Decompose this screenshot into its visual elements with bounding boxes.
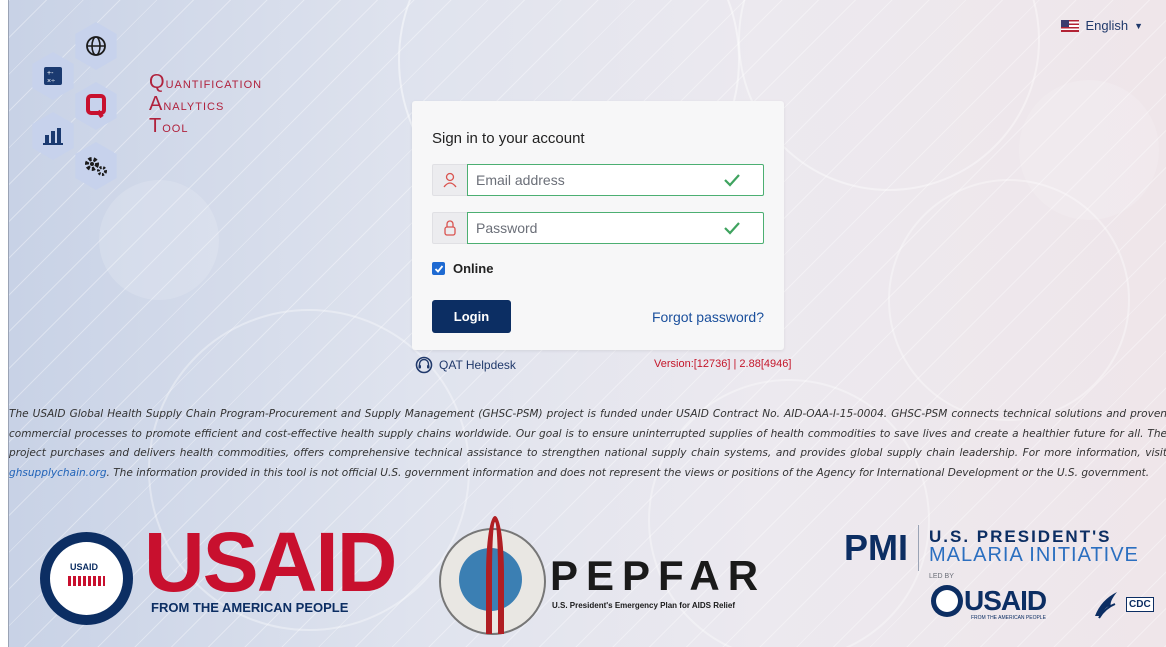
logo-line-1: Quantification — [149, 71, 263, 93]
us-flag-icon — [1061, 19, 1080, 32]
ghsupplychain-link[interactable]: ghsupplychain.org — [9, 467, 107, 479]
valid-check-icon — [724, 222, 740, 235]
disclaimer-part-1: The USAID Global Health Supply Chain Pro… — [9, 408, 1166, 460]
helpdesk-link[interactable]: QAT Helpdesk — [415, 356, 516, 374]
calculator-icon: +- ×÷ — [29, 52, 77, 100]
svg-text:×÷: ×÷ — [47, 78, 55, 85]
usaid-wordmark: USAID — [144, 515, 397, 609]
seal-text: USAID — [70, 562, 99, 572]
hhs-eagle-icon — [1095, 592, 1117, 619]
login-title: Sign in to your account — [432, 130, 585, 147]
usaid-tagline: FROM THE AMERICAN PEOPLE — [151, 600, 349, 615]
checkbox-checked-icon[interactable] — [432, 262, 445, 275]
globe-icon — [72, 22, 120, 70]
led-by-label: LED BY — [929, 573, 954, 580]
usaid-seal-icon: USAID — [40, 532, 133, 625]
password-placeholder: Password — [476, 220, 538, 236]
headset-icon — [415, 356, 433, 374]
small-usaid-wordmark: USAID — [964, 585, 1047, 616]
logo-line-2: Analytics — [149, 93, 225, 115]
email-placeholder: Email address — [476, 172, 565, 188]
q-logo-icon — [72, 82, 120, 130]
lock-icon — [432, 212, 467, 244]
disclaimer-text: The USAID Global Health Supply Chain Pro… — [9, 405, 1166, 484]
password-input[interactable]: Password — [467, 212, 764, 244]
pmi-line-2: MALARIA INITIATIVE — [929, 544, 1139, 566]
small-usaid-seal-icon — [931, 585, 963, 617]
login-card: Sign in to your account Email address Pa… — [412, 101, 784, 350]
app-logo-text: Quantification Analytics Tool — [149, 72, 262, 138]
logo-line-3: Tool — [149, 115, 189, 137]
disclaimer-part-2: . The information provided in this tool … — [106, 467, 1150, 480]
email-input[interactable]: Email address — [467, 164, 764, 196]
pepfar-tagline: U.S. President's Emergency Plan for AIDS… — [552, 601, 735, 610]
login-page: English ▼ +- ×÷ Quantification Analytics … — [8, 0, 1166, 647]
login-button[interactable]: Login — [432, 300, 511, 333]
online-label: Online — [453, 261, 494, 276]
svg-text:+-: +- — [47, 70, 54, 77]
small-usaid-tagline: FROM THE AMERICAN PEOPLE — [971, 615, 1046, 621]
cdc-logo: CDC — [1126, 597, 1154, 612]
caret-down-icon: ▼ — [1134, 20, 1143, 31]
pepfar-seal-icon — [439, 516, 546, 635]
bar-chart-icon — [29, 112, 77, 160]
gears-icon — [72, 142, 120, 190]
language-selector[interactable]: English ▼ — [1061, 18, 1143, 33]
email-field[interactable]: Email address — [432, 164, 764, 196]
forgot-password-link[interactable]: Forgot password? — [652, 309, 764, 325]
pepfar-wordmark: PEPFAR — [550, 552, 767, 599]
password-field[interactable]: Password — [432, 212, 764, 244]
user-icon — [432, 164, 467, 196]
helpdesk-label: QAT Helpdesk — [439, 358, 516, 372]
valid-check-icon — [724, 174, 740, 187]
version-text: Version:[12736] | 2.88[4946] — [654, 358, 792, 370]
online-checkbox[interactable]: Online — [432, 261, 493, 276]
language-label: English — [1085, 18, 1129, 33]
pmi-wordmark: PMI — [844, 527, 909, 568]
